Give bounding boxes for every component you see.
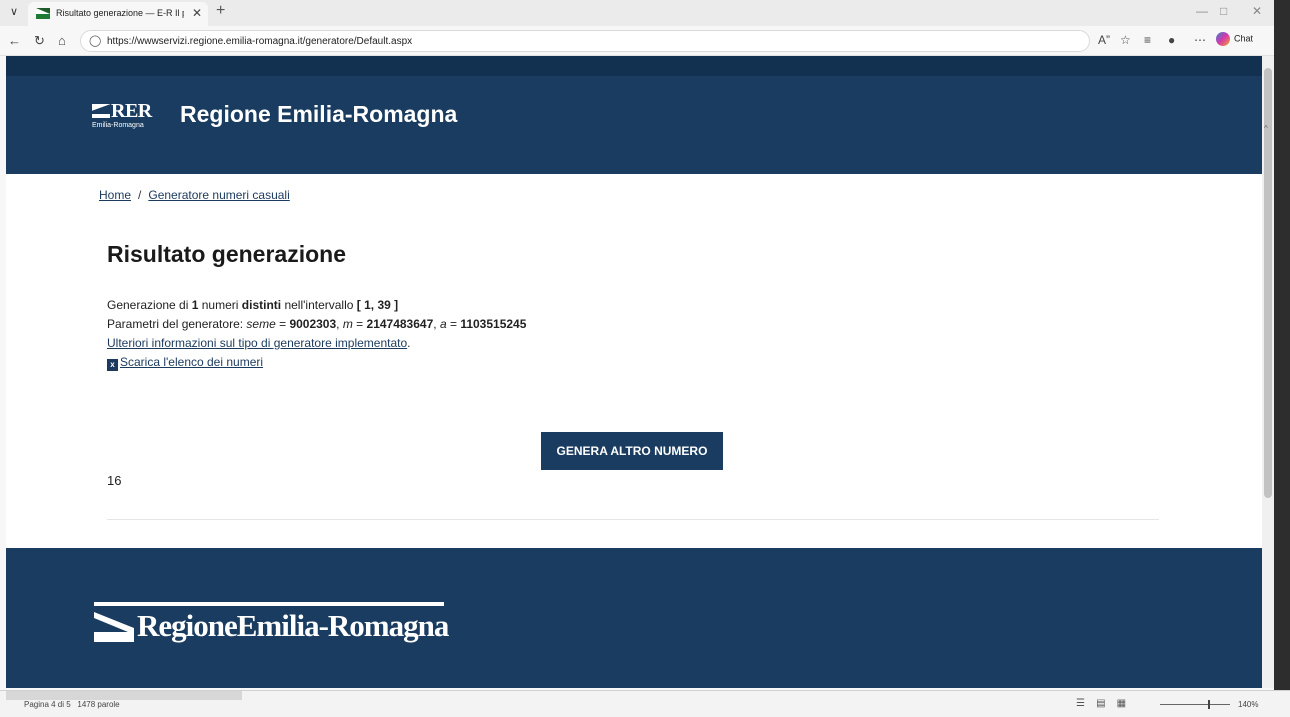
breadcrumb-current[interactable]: Generatore numeri casuali	[148, 188, 289, 202]
address-bar[interactable]: ◯ https://wwwservizi.regione.emilia-roma…	[80, 30, 1090, 52]
vertical-scrollbar[interactable]: ^	[1262, 56, 1274, 688]
background-edge	[1274, 0, 1290, 690]
info-link-suffix: .	[407, 336, 411, 350]
word-status-bar: Pagina 4 di 5 1478 parole ☰ ▤ ▦ 140%	[0, 690, 1290, 717]
result-number: 16	[107, 473, 122, 488]
sep-1: ,	[336, 317, 343, 331]
seed-value: 9002303	[289, 317, 337, 331]
generation-info: Generazione di 1 numeri distinti nell'in…	[107, 296, 526, 372]
zoom-level[interactable]: 140%	[1238, 700, 1258, 709]
summary-mid: numeri	[198, 298, 242, 312]
window-close-icon[interactable]: ✕	[1252, 4, 1262, 18]
tab-title: Risultato generazione — E-R Il por	[56, 8, 184, 18]
sep-2: ,	[433, 317, 440, 331]
footer-logo-bar	[94, 602, 444, 606]
page-title: Risultato generazione	[107, 241, 346, 267]
new-tab-icon[interactable]: +	[216, 2, 225, 20]
zoom-slider[interactable]	[1160, 700, 1230, 709]
status-left: Pagina 4 di 5 1478 parole	[24, 700, 120, 709]
breadcrumb: Home / Generatore numeri casuali	[99, 188, 290, 202]
site-header: RER Emilia-Romagna Regione Emilia-Romagn…	[6, 76, 1262, 174]
horizontal-scrollbar[interactable]	[6, 691, 242, 700]
a-value: 1103515245	[460, 317, 527, 331]
back-icon[interactable]: ←	[8, 33, 21, 48]
profile-icon[interactable]: ●	[1168, 33, 1175, 47]
address-bar-row: ← ↻ ⌂ ◯ https://wwwservizi.regione.emili…	[0, 26, 1274, 56]
summary-mid2: nell'intervallo	[281, 298, 357, 312]
more-icon[interactable]: ⋯	[1194, 33, 1206, 47]
divider	[107, 519, 1159, 520]
download-link[interactable]: Scarica l'elenco dei numeri	[120, 355, 263, 369]
read-mode-icon[interactable]: ☰	[1076, 698, 1085, 709]
close-icon[interactable]: ✕	[192, 6, 202, 20]
generator-info-link[interactable]: Ulteriori informazioni sul tipo di gener…	[107, 336, 407, 350]
generate-another-button[interactable]: GENERA ALTRO NUMERO	[541, 432, 723, 470]
zoom-knob[interactable]	[1208, 700, 1210, 709]
breadcrumb-home[interactable]: Home	[99, 188, 131, 202]
minimize-icon[interactable]: —	[1196, 4, 1208, 18]
logo-mark: RER	[111, 100, 152, 122]
excel-icon[interactable]: x	[107, 359, 118, 371]
url-text[interactable]: https://wwwservizi.regione.emilia-romagn…	[107, 36, 412, 47]
top-band	[6, 56, 1262, 76]
site-footer: RegioneEmilia-Romagna	[6, 548, 1262, 688]
favorite-icon[interactable]: ☆	[1120, 33, 1131, 47]
home-icon[interactable]: ⌂	[58, 33, 66, 48]
footer-logo[interactable]: RegioneEmilia-Romagna	[94, 602, 449, 644]
m-value: 2147483647	[366, 317, 434, 331]
eq-2: =	[352, 317, 367, 331]
download-row: x Scarica l'elenco dei numeri	[107, 353, 526, 372]
summary-prefix: Generazione di	[107, 298, 192, 312]
chat-label: Chat	[1234, 33, 1254, 44]
page-indicator[interactable]: Pagina 4 di 5	[24, 700, 71, 709]
copilot-chat-button[interactable]: Chat	[1216, 32, 1253, 46]
collections-icon[interactable]: ≡	[1144, 33, 1151, 47]
refresh-icon[interactable]: ↻	[34, 33, 45, 49]
view-buttons: ☰ ▤ ▦	[1076, 698, 1126, 709]
copilot-icon	[1216, 32, 1230, 46]
tab-active[interactable]: Risultato generazione — E-R Il por ✕	[28, 2, 208, 26]
read-aloud-icon[interactable]: A”	[1098, 33, 1110, 47]
favicon	[36, 8, 50, 19]
params-prefix: Parametri del generatore:	[107, 317, 247, 331]
generation-summary: Generazione di 1 numeri distinti nell'in…	[107, 296, 526, 315]
tab-strip: ∨ Risultato generazione — E-R Il por ✕ +…	[0, 0, 1274, 26]
info-link-row: Ulteriori informazioni sul tipo di gener…	[107, 334, 526, 353]
summary-range: [ 1, 39 ]	[356, 298, 399, 312]
logo-sub: Emilia-Romagna	[92, 122, 144, 129]
flag-icon	[92, 104, 110, 118]
web-layout-icon[interactable]: ▦	[1117, 698, 1126, 709]
maximize-icon[interactable]: □	[1220, 4, 1227, 18]
generator-params: Parametri del generatore: seme = 9002303…	[107, 315, 526, 334]
scroll-up-icon[interactable]: ^	[1264, 124, 1268, 133]
m-label: m	[342, 317, 353, 331]
eq-1: =	[275, 317, 290, 331]
breadcrumb-separator: /	[138, 188, 142, 202]
site-title[interactable]: Regione Emilia-Romagna	[180, 101, 457, 128]
tabs-menu-icon[interactable]: ∨	[6, 4, 22, 20]
word-count[interactable]: 1478 parole	[77, 700, 119, 709]
lock-icon[interactable]: ◯	[89, 34, 101, 47]
footer-logo-text: RegioneEmilia-Romagna	[137, 608, 449, 643]
seed-label: seme	[246, 317, 276, 331]
a-label: a	[439, 317, 447, 331]
rer-logo[interactable]: RER Emilia-Romagna	[92, 100, 152, 129]
page-viewport: RER Emilia-Romagna Regione Emilia-Romagn…	[6, 56, 1262, 688]
browser-window: ∨ Risultato generazione — E-R Il por ✕ +…	[0, 0, 1274, 690]
eq-3: =	[446, 317, 461, 331]
print-layout-icon[interactable]: ▤	[1096, 698, 1105, 709]
summary-distinct: distinti	[241, 298, 282, 312]
flag-icon	[94, 612, 134, 642]
